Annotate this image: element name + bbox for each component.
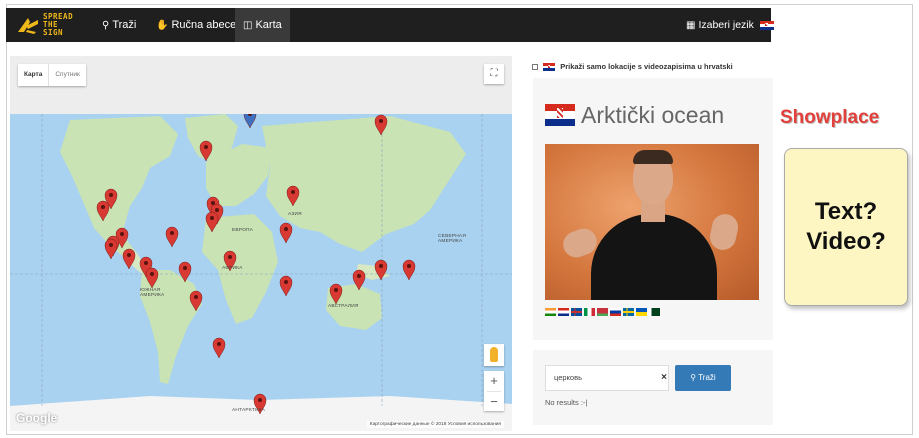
italy-flag-icon[interactable]: [584, 308, 595, 316]
word-title-text: Arktički ocean: [581, 102, 725, 128]
map-marker-dot: [284, 280, 288, 284]
map-marker-dot: [334, 288, 338, 292]
map-marker[interactable]: [279, 275, 293, 297]
signer-body: [591, 214, 717, 300]
map-marker-dot: [210, 216, 214, 220]
map-marker-dot: [109, 243, 113, 247]
map-icon: ◫: [243, 20, 253, 31]
map-marker-dot: [379, 119, 383, 123]
map-label-australia: АВСТРАЛИЯ: [328, 304, 359, 309]
language-selector-label: Izaberi jezik: [698, 19, 754, 31]
no-results-text: No results :-|: [545, 398, 588, 407]
nav-search-link[interactable]: ⚲ Traži: [94, 8, 144, 42]
croatia-flag-icon[interactable]: [558, 308, 569, 316]
language-selector[interactable]: ▦ Izaberi jezik: [678, 8, 782, 42]
search-button[interactable]: ⚲ Traži: [675, 365, 731, 391]
language-icon: ▦: [686, 20, 696, 31]
map-marker-dot: [101, 205, 105, 209]
map-marker[interactable]: [212, 337, 226, 359]
map-type-control[interactable]: Карта Спутник: [18, 64, 86, 86]
croatia-flag-icon: [543, 63, 556, 71]
map-label-asia: АЗИЯ: [288, 212, 302, 217]
word-card: Arktički ocean: [533, 78, 773, 340]
clear-icon[interactable]: ×: [657, 365, 671, 391]
map-marker[interactable]: [165, 226, 179, 248]
zoom-in-button[interactable]: +: [484, 371, 504, 391]
map-marker-dot: [215, 208, 219, 212]
map-marker-dot: [120, 232, 124, 236]
map-marker[interactable]: [402, 259, 416, 281]
map-marker-dot: [183, 266, 187, 270]
fullscreen-icon[interactable]: ⛶: [484, 64, 504, 84]
checkbox-icon[interactable]: [532, 64, 538, 71]
signer-hair: [633, 150, 673, 164]
signer-right-hand: [707, 211, 741, 253]
sign-language-video[interactable]: [545, 144, 759, 300]
map-marker-dot: [379, 264, 383, 268]
map-marker-dot: [127, 253, 131, 257]
map-attribution[interactable]: Картографические данные © 2018 Условия и…: [366, 421, 504, 428]
map-marker-dot: [150, 272, 154, 276]
map-marker-dot: [357, 274, 361, 278]
top-navbar: SPREAD THE SIGN ⚲ Traži ✋ Ručna abeceda ◫ K…: [6, 8, 774, 42]
map-marker-dot: [258, 398, 262, 402]
map-marker-dot: [228, 255, 232, 259]
text-video-note: Text? Video?: [784, 148, 908, 306]
logo-mark-icon: [18, 18, 38, 34]
zoom-control[interactable]: + −: [484, 371, 504, 411]
search-card: церковь × ⚲ Traži No results :-|: [533, 350, 773, 425]
map-marker-dot: [217, 342, 221, 346]
zoom-out-button[interactable]: −: [484, 392, 504, 412]
nav-search-label: Traži: [112, 19, 137, 31]
belarus-flag-icon[interactable]: [597, 308, 608, 316]
search-input[interactable]: церковь: [545, 365, 669, 391]
nav-map-label: Karta: [255, 19, 282, 31]
map-label-antarctica: АНТАРКТИКА: [232, 408, 265, 413]
language-flags-row: [545, 308, 660, 316]
map-label-africa: АФРИКА: [222, 266, 243, 271]
google-logo: Google: [16, 411, 58, 425]
landmass-asia: [262, 116, 466, 252]
map-label-north-america-east: СЕВЕРНАЯ АМЕРИКА: [438, 234, 466, 244]
map-marker[interactable]: [279, 222, 293, 244]
hand-icon: ✋: [156, 20, 169, 31]
note-line-1: Text?: [814, 198, 878, 225]
russia-flag-icon[interactable]: [610, 308, 621, 316]
map-marker-dot: [194, 295, 198, 299]
search-icon: ⚲: [690, 373, 697, 382]
showplace-annotation: Showplace: [780, 107, 880, 128]
search-icon: ⚲: [102, 20, 110, 31]
map-type-map-option[interactable]: Карта: [18, 64, 48, 86]
map-marker-dot: [407, 264, 411, 268]
map-type-satellite-option[interactable]: Спутник: [48, 64, 86, 86]
map-marker-dot: [284, 227, 288, 231]
video-filter-checkbox[interactable]: Prikaži samo lokacije s videozapisima u …: [532, 62, 733, 71]
video-filter-label: Prikaži samo lokacije s videozapisima u …: [560, 62, 733, 71]
map-marker-dot: [204, 145, 208, 149]
map-marker[interactable]: [104, 238, 118, 260]
street-view-pegman-icon[interactable]: [484, 344, 504, 366]
search-button-label: Traži: [698, 373, 716, 382]
ukraine-flag-icon[interactable]: [636, 308, 647, 316]
pakistan-flag-icon[interactable]: [649, 308, 660, 316]
iceland-flag-icon[interactable]: [571, 308, 582, 316]
sweden-flag-icon[interactable]: [623, 308, 634, 316]
site-logo[interactable]: SPREAD THE SIGN: [16, 12, 86, 38]
logo-text: SPREAD THE SIGN: [43, 12, 74, 37]
croatia-flag-icon: [545, 103, 575, 126]
map-marker-dot: [144, 261, 148, 265]
map-label-europe: ЕВРОПА: [232, 228, 254, 233]
world-map[interactable]: Карта Спутник ⛶ АЗИЯ ЕВРОПА АФРИКА СЕВЕР…: [10, 56, 512, 431]
nav-map-link[interactable]: ◫ Karta: [235, 8, 290, 42]
word-title: Arktički ocean: [545, 102, 724, 129]
map-label-south-america: ЮЖНАЯ АМЕРИКА: [140, 288, 165, 298]
map-marker-dot: [170, 231, 174, 235]
india-flag-icon[interactable]: [545, 308, 556, 316]
croatia-flag-icon: [759, 20, 774, 30]
map-marker-dot: [109, 193, 113, 197]
map-marker-dot: [291, 190, 295, 194]
note-line-2: Video?: [806, 228, 886, 255]
